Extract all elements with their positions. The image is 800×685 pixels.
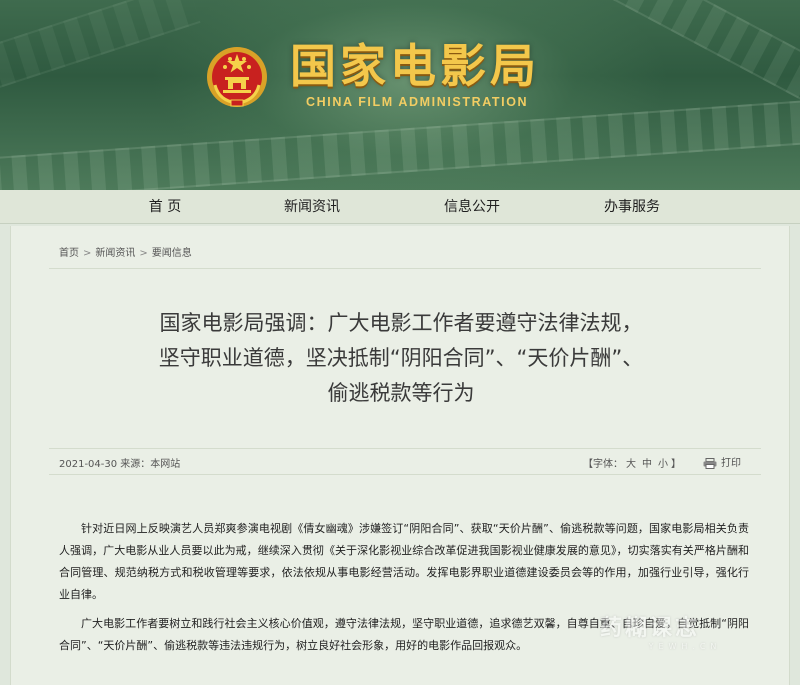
breadcrumb-separator: > (139, 248, 148, 259)
breadcrumb: 首页 > 新闻资讯 > 要闻信息 (59, 244, 192, 260)
article-paragraph: 针对近日网上反映演艺人员郑爽参演电视剧《倩女幽魂》涉嫌签订“阴阳合同”、获取“天… (59, 522, 749, 601)
font-size-small[interactable]: 小 (658, 459, 668, 470)
nav-item-news[interactable]: 新闻资讯 (272, 190, 352, 224)
font-size-prefix: 【字体： (583, 459, 623, 470)
font-size-large[interactable]: 大 (626, 459, 636, 470)
breadcrumb-news[interactable]: 新闻资讯 (95, 248, 135, 259)
article-container: 首页 > 新闻资讯 > 要闻信息 国家电影局强调：广大电影工作者要遵守法律法规， 坚守职… (10, 226, 790, 685)
article-paragraph: 广大电影工作者要树立和践行社会主义核心价值观，遵守法律法规，坚守职业道德，追求德… (59, 617, 749, 652)
breadcrumb-headlines[interactable]: 要闻信息 (152, 248, 192, 259)
header-banner: 国家电影局 CHINA FILM ADMINISTRATION (0, 0, 800, 190)
breadcrumb-home[interactable]: 首页 (59, 248, 79, 259)
national-emblem-icon[interactable] (205, 45, 269, 109)
article-title: 国家电影局强调：广大电影工作者要遵守法律法规， 坚守职业道德，坚决抵制“阴阳合同… (71, 306, 731, 411)
site-title-en: CHINA FILM ADMINISTRATION (306, 95, 529, 109)
breadcrumb-separator: > (83, 248, 92, 259)
article-body: 针对近日网上反映演艺人员郑爽参演电视剧《倩女幽魂》涉嫌签订“阴阳合同”、获取“天… (59, 518, 749, 664)
article-title-line: 国家电影局强调：广大电影工作者要遵守法律法规， (159, 311, 643, 335)
print-label: 打印 (721, 458, 741, 469)
divider (49, 448, 761, 449)
nav-item-info-disclosure[interactable]: 信息公开 (432, 190, 512, 224)
divider (49, 474, 761, 475)
font-size-suffix: 】 (671, 459, 681, 470)
printer-icon (703, 457, 717, 469)
font-size-medium[interactable]: 中 (642, 459, 652, 470)
article-title-line: 偷逃税款等行为 (327, 381, 475, 405)
font-size-switcher: 【字体：大中小】 (583, 455, 681, 470)
main-nav: 首 页 新闻资讯 信息公开 办事服务 (0, 190, 800, 224)
site-title-cn[interactable]: 国家电影局 (290, 38, 590, 94)
print-button[interactable]: 打印 (703, 454, 741, 469)
nav-item-services[interactable]: 办事服务 (592, 190, 672, 224)
article-meta: 2021-04-30 来源：本网站 (59, 459, 181, 470)
nav-item-home[interactable]: 首 页 (130, 190, 200, 224)
divider (49, 268, 761, 269)
article-title-line: 坚守职业道德，坚决抵制“阴阳合同”、“天价片酬”、 (158, 346, 644, 370)
